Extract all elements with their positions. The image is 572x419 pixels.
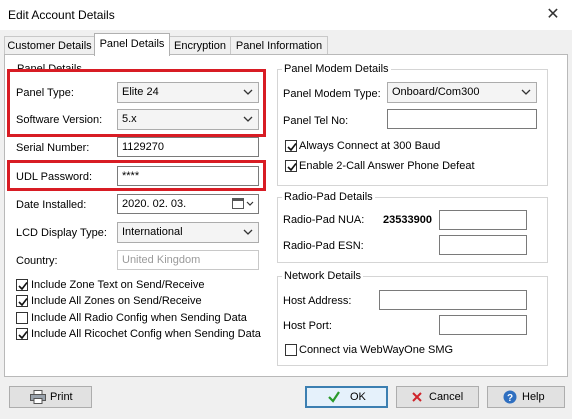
help-icon: ? [503, 390, 517, 404]
checkmark-icon [287, 163, 297, 172]
print-button[interactable]: Print [9, 386, 92, 408]
include-all-zones-label: Include All Zones on Send/Receive [31, 295, 202, 307]
include-radio-config-label: Include All Radio Config when Sending Da… [31, 312, 247, 324]
include-ricochet-config-checkbox[interactable] [16, 328, 28, 340]
country-value: United Kingdom [122, 254, 201, 266]
radio-pad-group-title: Radio-Pad Details [282, 191, 375, 203]
tab-panel-information[interactable]: Panel Information [230, 36, 328, 55]
tab-encryption[interactable]: Encryption [169, 36, 231, 55]
ok-button-label: OK [350, 391, 366, 403]
panel-modem-group-title: Panel Modem Details [282, 63, 391, 75]
lcd-display-type-label: LCD Display Type: [16, 227, 107, 239]
date-installed-value: 2020. 02. 03. [122, 198, 187, 210]
print-button-label: Print [50, 391, 73, 403]
date-installed-label: Date Installed: [16, 199, 87, 211]
host-port-input[interactable] [439, 315, 527, 335]
network-group-title: Network Details [282, 270, 364, 282]
country-label: Country: [16, 255, 58, 267]
lcd-display-type-value: International [122, 226, 183, 238]
checkmark-icon [287, 143, 297, 152]
printer-icon [30, 390, 46, 404]
radio-pad-nua-input[interactable] [439, 210, 527, 230]
calendar-icon[interactable] [232, 198, 254, 210]
tab-customer-details[interactable]: Customer Details [4, 36, 95, 55]
cancel-button-label: Cancel [429, 391, 464, 403]
chevron-down-icon [521, 89, 531, 95]
checkmark-icon [328, 391, 340, 403]
svg-text:?: ? [507, 393, 513, 404]
host-address-input[interactable] [379, 290, 527, 310]
panel-modem-type-select[interactable]: Onboard/Com300 [387, 82, 537, 103]
panel-modem-type-value: Onboard/Com300 [392, 86, 480, 98]
include-zone-text-checkbox[interactable] [16, 279, 28, 291]
host-port-label: Host Port: [283, 320, 332, 332]
include-ricochet-config-label: Include All Ricochet Config when Sending… [31, 328, 261, 340]
highlight-box-panel [7, 69, 266, 137]
panel-tel-no-input[interactable] [387, 109, 537, 129]
checkmark-icon [18, 282, 28, 291]
close-icon[interactable]: ✕ [540, 3, 566, 27]
host-address-label: Host Address: [283, 295, 352, 307]
include-zone-text-label: Include Zone Text on Send/Receive [31, 279, 205, 291]
cancel-button[interactable]: Cancel [396, 386, 479, 408]
cancel-x-icon [412, 392, 422, 402]
highlight-box-udl [7, 160, 266, 191]
lcd-display-type-select[interactable]: International [117, 222, 259, 243]
panel-modem-type-label: Panel Modem Type: [283, 88, 381, 100]
help-button[interactable]: ? Help [487, 386, 565, 408]
tab-panel-details[interactable]: Panel Details [94, 33, 170, 56]
enable-2call-label: Enable 2-Call Answer Phone Defeat [299, 160, 475, 172]
chevron-down-icon [243, 229, 253, 235]
always-connect-300-checkbox[interactable] [285, 140, 297, 152]
include-radio-config-checkbox[interactable] [16, 312, 28, 324]
date-installed-picker[interactable]: 2020. 02. 03. [117, 194, 259, 214]
checkmark-icon [18, 331, 28, 340]
radio-pad-nua-label: Radio-Pad NUA: [283, 214, 365, 226]
panel-tel-no-label: Panel Tel No: [283, 115, 349, 127]
country-input: United Kingdom [117, 250, 259, 270]
serial-number-input[interactable]: 1129270 [117, 137, 259, 157]
radio-pad-esn-label: Radio-Pad ESN: [283, 240, 364, 252]
serial-number-label: Serial Number: [16, 142, 90, 154]
always-connect-300-label: Always Connect at 300 Baud [299, 140, 441, 152]
window-title: Edit Account Details [8, 8, 115, 22]
include-all-zones-checkbox[interactable] [16, 295, 28, 307]
radio-pad-esn-input[interactable] [439, 235, 527, 255]
checkmark-icon [18, 298, 28, 307]
serial-number-value: 1129270 [122, 141, 165, 153]
radio-pad-nua-value: 23533900 [383, 214, 432, 226]
enable-2call-checkbox[interactable] [285, 160, 297, 172]
help-button-label: Help [522, 391, 545, 403]
webwayone-label: Connect via WebWayOne SMG [299, 344, 454, 356]
webwayone-checkbox[interactable] [285, 344, 297, 356]
ok-button[interactable]: OK [305, 386, 388, 408]
